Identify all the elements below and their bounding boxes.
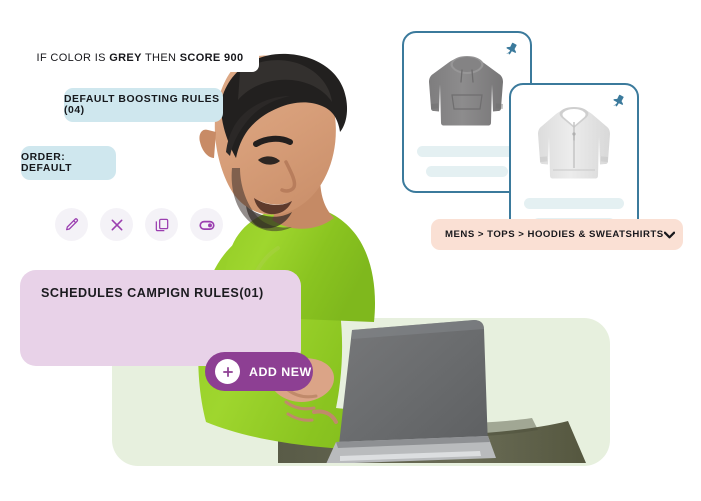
add-new-button[interactable]: ADD NEW	[205, 352, 313, 391]
close-icon	[109, 217, 125, 233]
chevron-down-icon[interactable]	[663, 226, 675, 244]
placeholder-line	[426, 166, 508, 177]
badge-default-boosting-rules[interactable]: DEFAULT BOOSTING RULES (04)	[64, 88, 223, 122]
icon-toolbar	[55, 208, 223, 241]
badge-label: ORDER: DEFAULT	[21, 152, 72, 174]
add-new-label: ADD NEW	[249, 364, 312, 379]
badge-order-default[interactable]: ORDER: DEFAULT	[21, 146, 116, 180]
hero-illustration: DEFAULT BOOSTING RULES (04) ORDER: DEFAU…	[0, 0, 701, 501]
rules-card-title: SCHEDULES CAMPIGN RULES(01)	[41, 286, 264, 300]
toggle-button[interactable]	[190, 208, 223, 241]
toggle-icon	[198, 216, 216, 234]
breadcrumb-dropdown[interactable]: MENS > TOPS > HOODIES & SWEATSHIRTS	[431, 219, 683, 250]
rule-item[interactable]: IF COLOR IS GREY THEN SCORE 900	[21, 43, 259, 72]
badge-label: DEFAULT BOOSTING RULES (04)	[64, 94, 220, 116]
duplicate-icon	[154, 217, 170, 233]
close-button[interactable]	[100, 208, 133, 241]
breadcrumb-text: MENS > TOPS > HOODIES & SWEATSHIRTS	[445, 229, 664, 240]
edit-icon	[64, 217, 80, 233]
duplicate-button[interactable]	[145, 208, 178, 241]
edit-button[interactable]	[55, 208, 88, 241]
rule-text: IF COLOR IS GREY THEN SCORE 900	[36, 51, 244, 64]
plus-icon	[215, 359, 240, 384]
placeholder-line	[524, 198, 624, 209]
product-image-light-grey-zip-hoodie	[511, 101, 637, 183]
placeholder-line	[417, 146, 517, 157]
